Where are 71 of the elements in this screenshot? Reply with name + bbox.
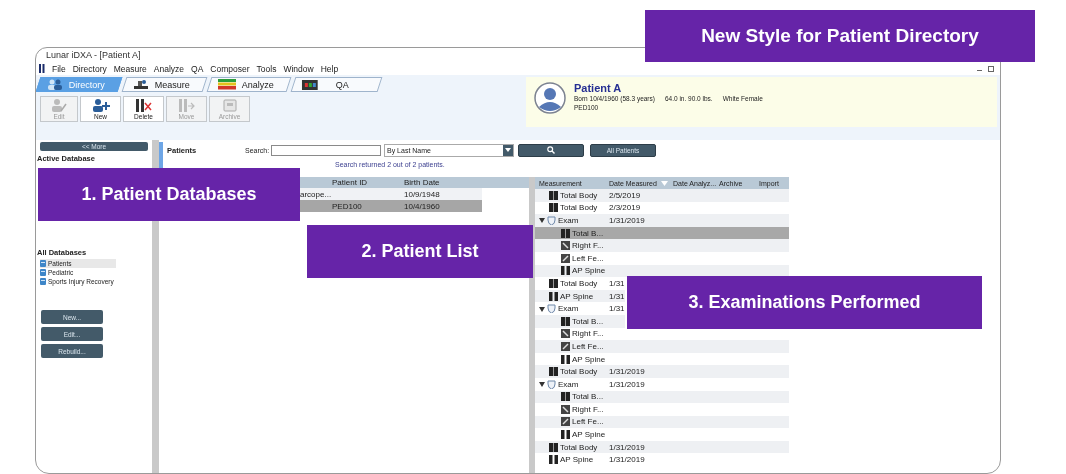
measurement-row[interactable]: Total Body 2/5/2019 xyxy=(535,189,789,202)
phantom-icon xyxy=(302,79,319,90)
spine-scan-icon xyxy=(549,455,558,465)
femur-scan-icon xyxy=(561,404,570,414)
caret-icon xyxy=(505,148,511,152)
measurement-row[interactable]: Total Body 1/31/2019 xyxy=(535,365,789,378)
scan-icon xyxy=(561,392,570,402)
app-icon xyxy=(39,64,45,73)
title-banner: New Style for Patient Directory xyxy=(645,10,1035,62)
database-icon xyxy=(40,269,46,276)
femur-scan-icon xyxy=(561,341,570,351)
menu-item[interactable]: File xyxy=(52,63,66,74)
menu-item[interactable]: QA xyxy=(191,63,204,74)
shield-icon xyxy=(547,216,556,225)
menu-item[interactable]: Help xyxy=(320,63,339,74)
patient-row[interactable]: PED100 10/4/1960 xyxy=(300,200,482,212)
spine-scan-icon xyxy=(561,354,570,364)
menu-item[interactable]: Analyze xyxy=(153,63,185,74)
accent-bar xyxy=(159,142,163,170)
column-header: Patient ID xyxy=(332,178,369,187)
spine-scan-icon xyxy=(561,430,570,440)
scanner-icon xyxy=(133,79,149,90)
menu-item[interactable]: Measure xyxy=(113,63,147,74)
femur-scan-icon xyxy=(561,253,570,263)
patient-name: Patient A xyxy=(574,82,623,94)
search-icon xyxy=(547,146,555,154)
add-person-icon xyxy=(91,98,110,112)
scan-icon xyxy=(561,316,570,326)
column-header: Birth Date xyxy=(404,178,441,187)
edit-person-icon xyxy=(51,98,67,112)
spine-scan-icon xyxy=(561,266,570,276)
menu-item[interactable]: Composer xyxy=(210,63,250,74)
window-title: Lunar iDXA - [Patient A] xyxy=(46,50,141,60)
database-icon xyxy=(40,278,46,285)
menu-item[interactable]: Tools xyxy=(256,63,277,74)
move-scan-icon xyxy=(177,98,196,112)
mode-tab[interactable]: Analyze xyxy=(206,77,292,92)
scan-icon xyxy=(549,190,558,200)
scan-icon xyxy=(549,367,558,377)
measurement-row[interactable]: Left Fe... xyxy=(535,340,789,353)
measurement-row[interactable]: Exam 1/31/2019 xyxy=(535,214,789,227)
minimize-icon[interactable] xyxy=(977,69,982,71)
callout-label: 2. Patient List xyxy=(307,225,533,278)
spine-scan-icon xyxy=(549,291,558,301)
femur-scan-icon xyxy=(561,417,570,427)
patient-row[interactable]: arcope... 10/9/1948 xyxy=(300,188,482,200)
avatar-icon xyxy=(534,82,566,114)
scan-icon xyxy=(549,203,558,213)
search-field[interactable] xyxy=(271,144,381,156)
shield-icon xyxy=(547,304,556,314)
delete-scan-icon xyxy=(134,98,153,112)
restore-icon[interactable] xyxy=(988,65,994,72)
shield-icon xyxy=(547,379,556,389)
database-icon xyxy=(40,260,46,267)
color-bars-icon xyxy=(218,79,237,90)
scan-icon xyxy=(561,228,570,238)
menu-item[interactable]: Directory xyxy=(72,63,107,74)
mode-tab[interactable]: Measure xyxy=(121,77,208,92)
sort-down-icon xyxy=(660,180,668,186)
archive-icon xyxy=(222,98,237,112)
callout-label: 1. Patient Databases xyxy=(38,168,300,221)
search-button[interactable] xyxy=(518,143,584,157)
femur-scan-icon xyxy=(561,241,570,251)
menu-item[interactable]: Window xyxy=(283,63,314,74)
femur-scan-icon xyxy=(561,329,570,339)
mode-tab[interactable]: QA xyxy=(290,77,383,92)
callout-label: 3. Examinations Performed xyxy=(627,276,982,329)
scan-icon xyxy=(549,278,558,288)
measurement-row[interactable]: Right F... xyxy=(535,239,789,252)
people-icon xyxy=(47,79,63,90)
scan-icon xyxy=(549,442,558,452)
